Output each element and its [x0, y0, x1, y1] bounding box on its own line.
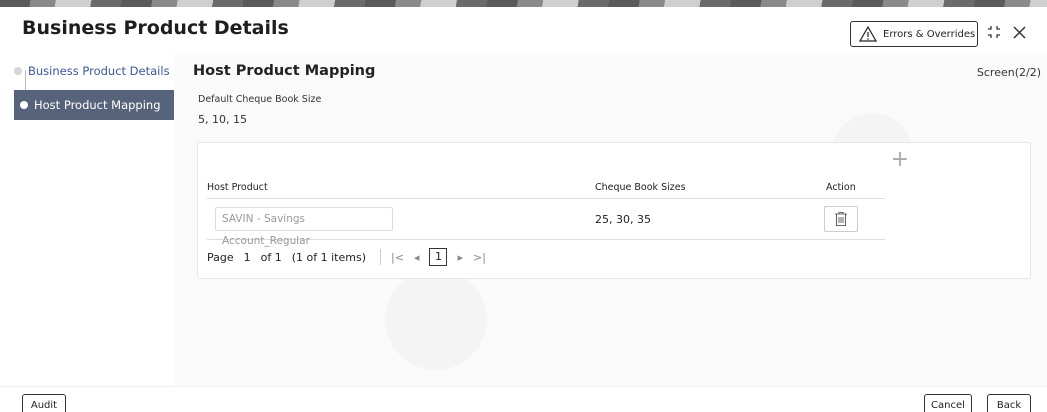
last-page-icon[interactable]: >|	[473, 251, 486, 264]
sidebar-item-label: Host Product Mapping	[34, 98, 161, 112]
table-header: Host Product Cheque Book Sizes Action	[207, 177, 885, 199]
errors-overrides-label: Errors & Overrides	[883, 28, 976, 40]
page-number: 1	[243, 250, 251, 264]
sidebar-item-host-product-mapping[interactable]: Host Product Mapping	[14, 90, 174, 120]
screen-count: Screen(2/2)	[976, 66, 1041, 79]
page-of-label: of 1	[260, 250, 282, 264]
back-button[interactable]: Back	[987, 394, 1031, 412]
trash-icon	[835, 211, 847, 227]
step-dot-icon	[14, 67, 22, 75]
first-page-icon[interactable]: |<	[391, 251, 404, 264]
main-content: Host Product Mapping Screen(2/2) Default…	[174, 54, 1047, 386]
sidebar-item-business-product-details[interactable]: Business Product Details	[14, 60, 174, 82]
warning-icon	[859, 26, 877, 42]
header: Business Product Details Errors & Overri…	[0, 7, 1047, 54]
items-count: (1 of 1 items)	[291, 250, 367, 264]
cheque-book-size-label: Default Cheque Book Size	[198, 94, 322, 105]
delete-row-button[interactable]	[824, 206, 858, 232]
footer: Audit Cancel Back	[0, 386, 1047, 412]
add-row-icon[interactable]: +	[889, 149, 911, 172]
prev-page-icon[interactable]: ◂	[414, 251, 420, 264]
sidebar: Business Product Details Host Product Ma…	[0, 54, 174, 386]
step-dot-icon	[20, 101, 28, 109]
column-header-host-product: Host Product	[207, 182, 268, 193]
section-title: Host Product Mapping	[193, 63, 376, 79]
minimize-icon[interactable]	[987, 25, 1001, 43]
audit-button[interactable]: Audit	[22, 394, 66, 412]
page-title: Business Product Details	[22, 17, 289, 39]
next-page-icon[interactable]: ▸	[457, 251, 463, 264]
host-product-field[interactable]: SAVIN - Savings Account_Regular	[215, 207, 393, 247]
current-page-button[interactable]: 1	[429, 248, 448, 266]
page-label: Page	[207, 250, 234, 264]
close-icon[interactable]	[1013, 25, 1026, 43]
host-product-grid: + Host Product Cheque Book Sizes Action …	[197, 142, 1031, 279]
top-banner	[0, 0, 1047, 7]
pagination: Page 1 of 1 (1 of 1 items) |< ◂ 1 ▸ >|	[207, 245, 496, 269]
sidebar-item-label: Business Product Details	[28, 64, 170, 78]
column-header-action: Action	[826, 182, 856, 193]
pager-divider	[380, 249, 382, 265]
errors-overrides-button[interactable]: Errors & Overrides	[850, 21, 978, 47]
cheque-book-sizes-cell: 25, 30, 35	[595, 213, 651, 226]
table-row: SAVIN - Savings Account_Regular 25, 30, …	[207, 200, 885, 247]
column-header-cheque-book-sizes: Cheque Book Sizes	[595, 182, 686, 193]
cancel-button[interactable]: Cancel	[924, 394, 972, 412]
cheque-book-size-value: 5, 10, 15	[198, 113, 247, 126]
